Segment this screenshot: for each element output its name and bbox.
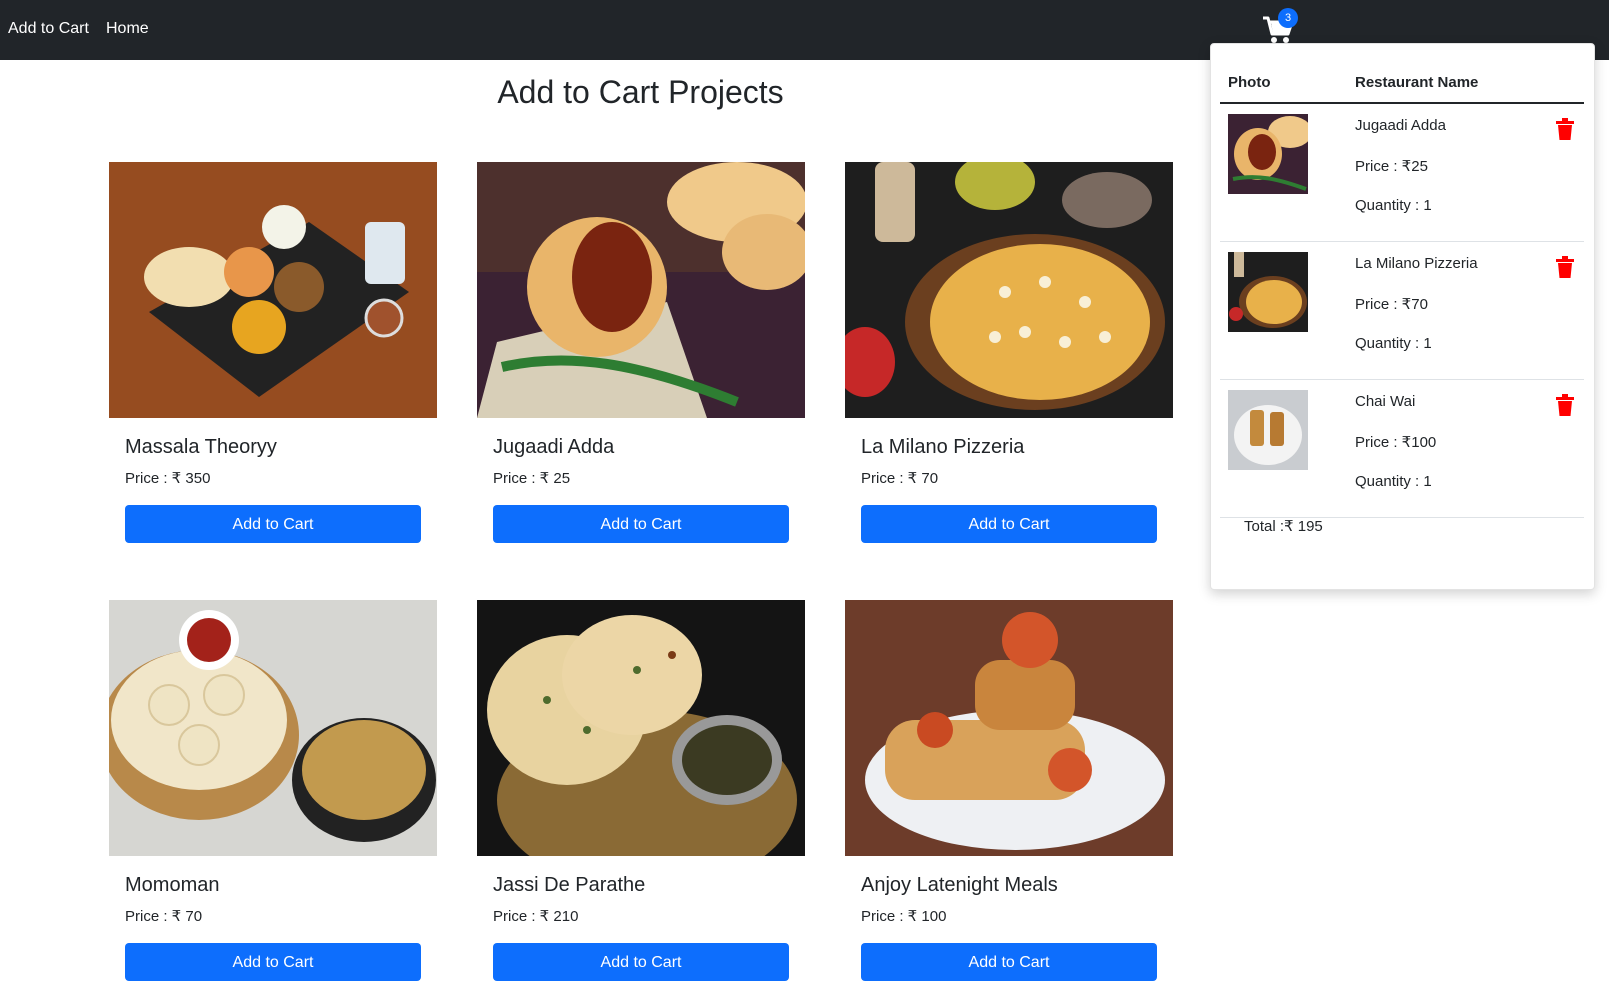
add-to-cart-button[interactable]: Add to Cart	[861, 943, 1157, 981]
cart-dropdown: Photo Restaurant Name Jugaadi Adda Price…	[1210, 43, 1595, 590]
product-card: Massala Theoryy Price : ₹ 350 Add to Car…	[109, 162, 437, 543]
food-photo-momos	[109, 600, 437, 856]
cart-item-quantity: Quantity : 1	[1355, 197, 1432, 214]
cart-item: La Milano Pizzeria Price : ₹70 Quantity …	[1220, 242, 1584, 380]
product-price: Price : ₹ 70	[125, 908, 203, 925]
navbar-brand[interactable]: Add to Cart	[8, 20, 89, 38]
product-name: Jassi De Parathe	[493, 874, 646, 896]
product-card: Jassi De Parathe Price : ₹ 210 Add to Ca…	[477, 600, 805, 981]
trash-icon[interactable]	[1556, 394, 1574, 416]
cart-header-photo: Photo	[1228, 74, 1271, 91]
product-name: Momoman	[125, 874, 220, 896]
cart-header-restaurant-name: Restaurant Name	[1355, 74, 1479, 91]
cart-item-thumbnail	[1228, 114, 1308, 194]
food-photo-thali	[109, 162, 437, 418]
trash-icon[interactable]	[1556, 118, 1574, 140]
product-name: Anjoy Latenight Meals	[861, 874, 1058, 896]
cart-item-price: Price : ₹100	[1355, 434, 1437, 451]
cart-item: Jugaadi Adda Price : ₹25 Quantity : 1	[1220, 104, 1584, 242]
product-name: Massala Theoryy	[125, 436, 277, 458]
cart-item-name: Chai Wai	[1355, 393, 1416, 410]
product-price: Price : ₹ 350	[125, 470, 211, 487]
add-to-cart-button[interactable]: Add to Cart	[125, 943, 421, 981]
trash-icon[interactable]	[1556, 256, 1574, 278]
food-photo-wrap	[845, 600, 1173, 856]
cart-count-badge: 3	[1278, 8, 1298, 28]
cart-item-name: La Milano Pizzeria	[1355, 255, 1478, 272]
product-price: Price : ₹ 70	[861, 470, 939, 487]
product-card: La Milano Pizzeria Price : ₹ 70 Add to C…	[845, 162, 1173, 543]
product-price: Price : ₹ 100	[861, 908, 947, 925]
product-name: La Milano Pizzeria	[861, 436, 1025, 458]
food-photo-pizza	[845, 162, 1173, 418]
cart-item: Chai Wai Price : ₹100 Quantity : 1	[1220, 380, 1584, 518]
nav-home-link[interactable]: Home	[106, 20, 149, 38]
product-card: Anjoy Latenight Meals Price : ₹ 100 Add …	[845, 600, 1173, 981]
product-price: Price : ₹ 210	[493, 908, 579, 925]
cart-total: Total :₹ 195	[1244, 518, 1323, 535]
cart-item-quantity: Quantity : 1	[1355, 335, 1432, 352]
product-name: Jugaadi Adda	[493, 436, 615, 458]
add-to-cart-button[interactable]: Add to Cart	[125, 505, 421, 543]
cart-item-price: Price : ₹70	[1355, 296, 1428, 313]
product-card: Momoman Price : ₹ 70 Add to Cart	[109, 600, 437, 981]
add-to-cart-button[interactable]: Add to Cart	[861, 505, 1157, 543]
page-title: Add to Cart Projects	[497, 74, 784, 110]
cart-item-quantity: Quantity : 1	[1355, 473, 1432, 490]
add-to-cart-button[interactable]: Add to Cart	[493, 505, 789, 543]
cart-item-thumbnail	[1228, 390, 1308, 470]
cart-item-price: Price : ₹25	[1355, 158, 1428, 175]
cart-item-name: Jugaadi Adda	[1355, 117, 1446, 134]
cart-item-thumbnail	[1228, 252, 1308, 332]
food-photo-paratha	[477, 600, 805, 856]
food-photo-vada-pav	[477, 162, 805, 418]
product-card: Jugaadi Adda Price : ₹ 25 Add to Cart	[477, 162, 805, 543]
product-price: Price : ₹ 25	[493, 470, 571, 487]
add-to-cart-button[interactable]: Add to Cart	[493, 943, 789, 981]
